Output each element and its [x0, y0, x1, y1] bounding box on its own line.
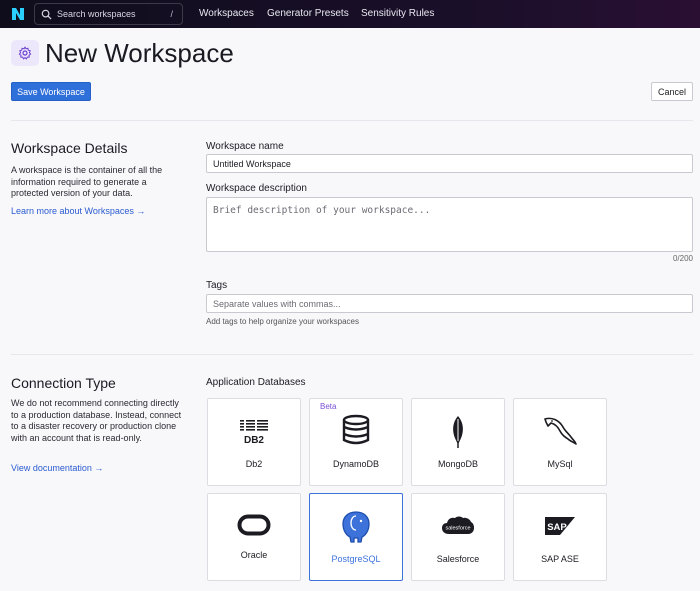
oracle-icon — [237, 514, 271, 536]
db-tile-postgresql[interactable]: PostgreSQL — [309, 493, 403, 581]
svg-text:salesforce: salesforce — [445, 526, 470, 532]
mysql-dolphin-icon — [544, 417, 577, 445]
beta-badge: Beta — [320, 402, 337, 411]
sap-icon: SAP — [545, 517, 575, 535]
svg-text:SAP: SAP — [547, 522, 567, 533]
dynamodb-icon — [342, 414, 370, 445]
workspace-name-input[interactable]: Untitled Workspace — [206, 154, 693, 173]
db-tile-mysql[interactable]: MySql — [513, 398, 607, 486]
db-tile-db2[interactable]: DB2 Db2 — [207, 398, 301, 486]
db-tile-label: PostgreSQL — [331, 554, 381, 564]
save-workspace-button[interactable]: Save Workspace — [11, 82, 91, 101]
svg-text:DB2: DB2 — [244, 435, 264, 445]
description-char-counter: 0/200 — [672, 254, 693, 263]
db-tile-salesforce[interactable]: salesforce Salesforce — [411, 493, 505, 581]
nav-workspaces[interactable]: Workspaces — [199, 8, 254, 19]
postgresql-elephant-icon — [342, 511, 370, 543]
search-icon — [41, 9, 52, 20]
workspace-description-label: Workspace description — [206, 183, 307, 194]
top-navigation-bar: Search workspaces / Workspaces Generator… — [0, 0, 700, 28]
search-input[interactable]: Search workspaces / — [34, 3, 183, 25]
db-tile-sap-ase[interactable]: SAP SAP ASE — [513, 493, 607, 581]
connection-type-title: Connection Type — [11, 375, 116, 391]
nav-generator-presets[interactable]: Generator Presets — [267, 8, 349, 19]
workspace-details-title: Workspace Details — [11, 140, 128, 156]
divider — [11, 354, 693, 355]
mongodb-leaf-icon — [453, 416, 463, 448]
view-documentation-link[interactable]: View documentation → — [11, 463, 103, 473]
app-logo-icon[interactable] — [10, 6, 26, 22]
workspace-name-value: Untitled Workspace — [213, 158, 291, 169]
cancel-button[interactable]: Cancel — [651, 82, 693, 101]
db-tile-label: Salesforce — [436, 554, 480, 564]
nav-sensitivity-rules[interactable]: Sensitivity Rules — [361, 8, 434, 19]
db-tile-oracle[interactable]: Oracle — [207, 493, 301, 581]
db-tile-label: Oracle — [240, 550, 268, 560]
learn-more-workspaces-link[interactable]: Learn more about Workspaces → — [11, 206, 145, 216]
db-tile-mongodb[interactable]: MongoDB — [411, 398, 505, 486]
search-placeholder: Search workspaces — [57, 9, 136, 19]
workspace-description-textarea[interactable]: Brief description of your workspace... — [206, 197, 693, 252]
db-tile-label: DynamoDB — [332, 459, 379, 469]
tags-hint: Add tags to help organize your workspace… — [206, 317, 359, 326]
workspace-details-description: A workspace is the container of all the … — [11, 165, 163, 198]
workspace-settings-icon — [11, 40, 39, 66]
application-databases-heading: Application Databases — [206, 377, 306, 388]
db-tile-label: MySql — [547, 459, 573, 469]
search-shortcut-hint: / — [170, 9, 173, 19]
tags-placeholder: Separate values with commas... — [213, 298, 341, 309]
connection-type-description: We do not recommend connecting directly … — [11, 398, 182, 443]
divider — [11, 120, 693, 121]
ibm-db2-icon: DB2 — [240, 420, 268, 445]
workspace-name-label: Workspace name — [206, 141, 284, 152]
tags-label: Tags — [206, 280, 228, 291]
db-tile-dynamodb[interactable]: Beta DynamoDB — [309, 398, 403, 486]
db-tile-label: Db2 — [245, 459, 263, 469]
db-tile-label: SAP ASE — [541, 554, 579, 564]
workspace-description-placeholder: Brief description of your workspace... — [213, 205, 431, 216]
db-tile-label: MongoDB — [437, 459, 479, 469]
salesforce-cloud-icon: salesforce — [442, 516, 474, 534]
tags-input[interactable]: Separate values with commas... — [206, 294, 693, 313]
page-title: New Workspace — [45, 38, 234, 68]
